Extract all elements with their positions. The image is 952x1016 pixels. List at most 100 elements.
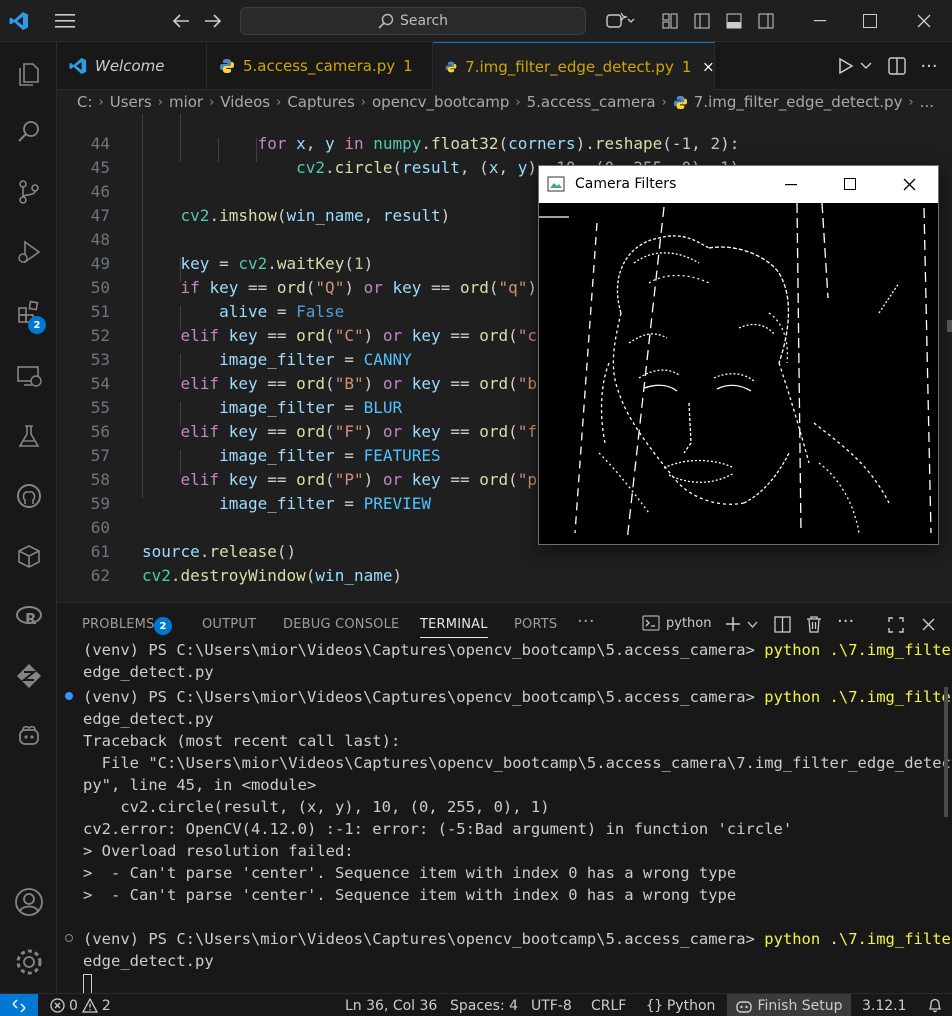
toggle-primary-sidebar-icon[interactable] bbox=[692, 0, 712, 42]
title-bar: Search bbox=[0, 0, 952, 42]
python-file-icon bbox=[445, 61, 457, 72]
tab-img-filter-edge-detect[interactable]: 7.img_filter_edge_detect.py 1 bbox=[433, 42, 715, 90]
camera-filters-window[interactable]: Camera Filters bbox=[538, 165, 939, 545]
braces-icon: {} bbox=[646, 997, 663, 1014]
python-file-icon bbox=[673, 95, 687, 109]
tab-ports[interactable]: PORTS bbox=[514, 617, 557, 632]
remote-explorer-icon[interactable] bbox=[0, 352, 57, 400]
remote-indicator[interactable] bbox=[0, 994, 38, 1016]
panel-more-actions-icon[interactable]: ··· bbox=[837, 611, 854, 632]
panel-more-icon[interactable]: ··· bbox=[577, 611, 595, 632]
cursor-position[interactable]: Ln 36, Col 36 bbox=[345, 994, 437, 1016]
container-icon[interactable] bbox=[0, 532, 57, 580]
tab-problem-count: 1 bbox=[681, 57, 692, 76]
maximize-icon[interactable] bbox=[844, 178, 856, 190]
breadcrumb-item[interactable]: Captures bbox=[287, 93, 354, 111]
toggle-panel-icon[interactable] bbox=[724, 0, 744, 42]
new-terminal-plus-icon[interactable] bbox=[725, 616, 741, 632]
search-icon bbox=[378, 13, 394, 29]
command-decoration-icon[interactable] bbox=[65, 692, 73, 700]
minimap-slider[interactable] bbox=[947, 320, 952, 332]
python-file-icon bbox=[220, 59, 234, 73]
breadcrumb-item[interactable]: Users bbox=[110, 93, 152, 111]
more-actions-icon[interactable]: ··· bbox=[917, 42, 941, 90]
terminal-line: > - Can't parse 'center'. Sequence item … bbox=[83, 886, 737, 904]
copilot-icon[interactable] bbox=[602, 0, 638, 42]
run-python-file-icon[interactable] bbox=[835, 42, 857, 90]
python-interpreter[interactable]: 3.12.1 bbox=[862, 994, 907, 1016]
breadcrumb-item[interactable]: opencv_bootcamp bbox=[372, 93, 509, 111]
minimize-icon[interactable] bbox=[800, 0, 840, 42]
run-dropdown-chevron-down-icon[interactable] bbox=[857, 42, 875, 90]
finish-setup-button[interactable]: Finish Setup bbox=[727, 994, 851, 1016]
customize-layout-icon[interactable] bbox=[660, 0, 680, 42]
close-panel-icon[interactable] bbox=[922, 618, 935, 631]
notifications-bell-icon[interactable] bbox=[928, 994, 942, 1016]
minimize-icon[interactable] bbox=[785, 184, 797, 186]
status-bar: 0 2 Ln 36, Col 36 Spaces: 4 UTF-8 CRLF {… bbox=[0, 993, 952, 1016]
problems-status[interactable]: 0 2 bbox=[50, 994, 111, 1016]
command-decoration-icon[interactable] bbox=[65, 934, 73, 942]
editor-tab-bar: Welcome 5.access_camera.py 1 7.img_filte… bbox=[57, 42, 952, 90]
close-window-icon[interactable] bbox=[903, 178, 916, 191]
vscode-logo-icon bbox=[8, 0, 30, 42]
finish-setup-label: Finish Setup bbox=[757, 997, 843, 1014]
maximize-panel-icon[interactable] bbox=[888, 617, 904, 633]
indentation[interactable]: Spaces: 4 bbox=[450, 994, 518, 1016]
language-mode[interactable]: {} Python bbox=[646, 994, 715, 1016]
breadcrumb-item[interactable]: mior bbox=[169, 93, 203, 111]
split-terminal-icon[interactable] bbox=[774, 616, 791, 633]
tab-problems[interactable]: PROBLEMS bbox=[82, 617, 155, 632]
tab-terminal[interactable]: TERMINAL bbox=[420, 617, 488, 638]
terminal-line: cv2.error: OpenCV(4.12.0) :-1: error: (-… bbox=[83, 820, 793, 838]
close-window-icon[interactable] bbox=[904, 0, 944, 42]
command-center-search[interactable]: Search bbox=[240, 7, 586, 35]
terminal-instance[interactable]: python bbox=[642, 615, 711, 631]
search-icon[interactable] bbox=[0, 108, 57, 156]
toggle-secondary-sidebar-icon[interactable] bbox=[756, 0, 776, 42]
explorer-icon[interactable] bbox=[0, 48, 57, 96]
tab-label: 7.img_filter_edge_detect.py bbox=[465, 57, 674, 76]
run-debug-icon[interactable] bbox=[0, 228, 57, 276]
camera-window-titlebar[interactable]: Camera Filters bbox=[539, 166, 938, 203]
terminal-name: python bbox=[666, 615, 712, 631]
encoding[interactable]: UTF-8 bbox=[531, 994, 572, 1016]
tab-welcome[interactable]: Welcome bbox=[57, 42, 207, 90]
menu-icon[interactable] bbox=[52, 0, 78, 42]
terminal-output[interactable]: (venv) PS C:\Users\mior\Videos\Captures\… bbox=[57, 641, 952, 994]
breadcrumb-item[interactable]: 7.img_filter_edge_detect.py bbox=[694, 93, 903, 111]
accounts-icon[interactable] bbox=[0, 878, 57, 926]
tab-output[interactable]: OUTPUT bbox=[202, 617, 256, 632]
tab-debug-console[interactable]: DEBUG CONSOLE bbox=[283, 617, 399, 632]
terminal-dropdown-chevron-down-icon[interactable] bbox=[747, 621, 758, 629]
breadcrumb-item[interactable]: ... bbox=[920, 93, 934, 111]
kill-terminal-trash-icon[interactable] bbox=[806, 616, 822, 633]
testing-icon[interactable] bbox=[0, 412, 57, 460]
problems-badge: 2 bbox=[154, 617, 172, 635]
back-arrow-icon[interactable] bbox=[170, 0, 192, 42]
maximize-icon[interactable] bbox=[850, 0, 890, 42]
code-line: 45 cv2.circle(result, (x, y), 10, (0, 25… bbox=[57, 132, 952, 177]
terminal-line: (venv) PS C:\Users\mior\Videos\Captures\… bbox=[83, 930, 952, 948]
split-editor-icon[interactable] bbox=[885, 42, 909, 90]
source-control-icon[interactable] bbox=[0, 168, 57, 216]
settings-gear-icon[interactable] bbox=[0, 938, 57, 986]
search-label: Search bbox=[399, 13, 449, 29]
extensions-badge: 2 bbox=[28, 316, 46, 334]
extensions-icon[interactable]: 2 bbox=[0, 288, 57, 336]
line-ending[interactable]: CRLF bbox=[591, 994, 626, 1016]
forward-arrow-icon[interactable] bbox=[202, 0, 224, 42]
zotero-icon[interactable] bbox=[0, 652, 57, 700]
copilot-chat-icon[interactable] bbox=[0, 712, 57, 760]
breadcrumb-item[interactable]: C: bbox=[77, 93, 93, 111]
terminal-line: File "C:\Users\mior\Videos\Captures\open… bbox=[83, 754, 952, 772]
breadcrumb-item[interactable]: Videos bbox=[220, 93, 270, 111]
tab-access-camera[interactable]: 5.access_camera.py 1 bbox=[207, 42, 433, 90]
r-language-icon[interactable]: R bbox=[0, 592, 57, 640]
code-line: 44 for x, y in numpy.float32(corners).re… bbox=[57, 114, 952, 153]
close-tab-icon[interactable] bbox=[703, 60, 714, 74]
breadcrumb-item[interactable]: 5.access_camera bbox=[527, 93, 656, 111]
github-icon[interactable] bbox=[0, 472, 57, 520]
terminal-icon bbox=[642, 615, 660, 631]
terminal-scrollbar[interactable] bbox=[944, 687, 948, 817]
